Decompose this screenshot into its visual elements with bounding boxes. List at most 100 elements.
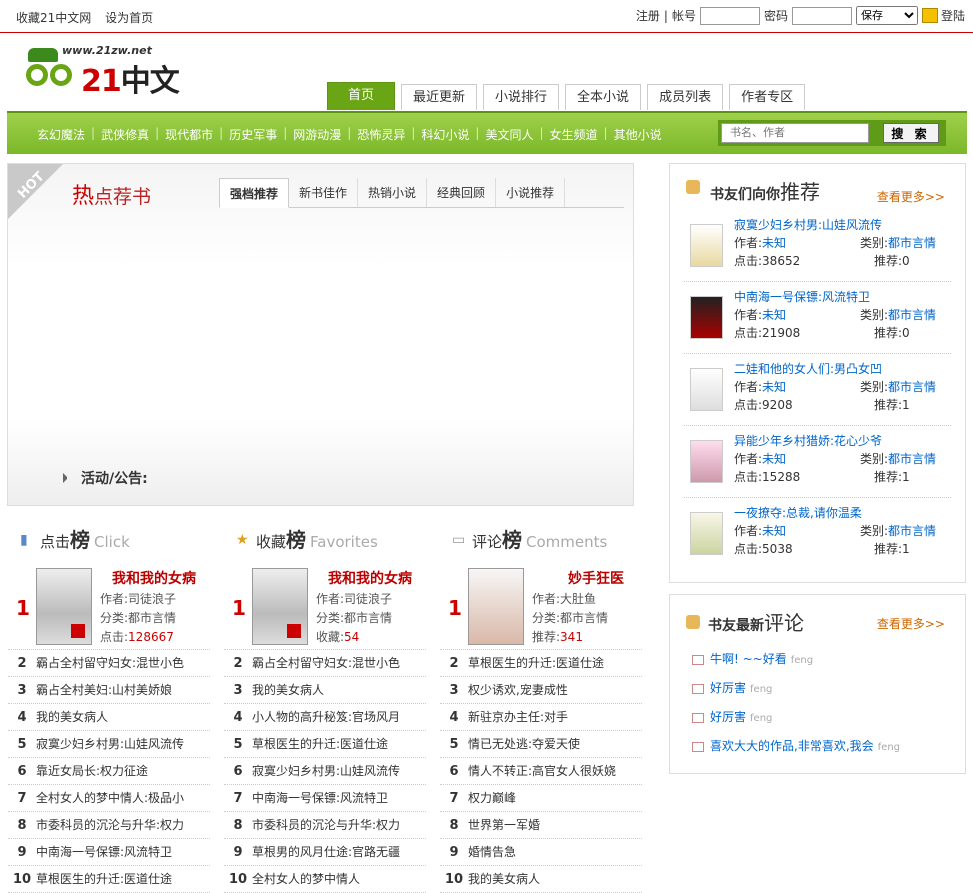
tab-featured[interactable]: 强档推荐: [219, 178, 290, 208]
list-item[interactable]: 2 草根医生的升迁:医道仕途: [440, 650, 642, 677]
book-title[interactable]: 二娃和他的女人们:男凸女凹: [734, 360, 882, 377]
nav-tab-members[interactable]: 成员列表: [647, 84, 724, 110]
tab-new[interactable]: 新书佳作: [289, 178, 359, 207]
category-link[interactable]: 历史军事: [223, 126, 283, 143]
book-icon: [686, 615, 700, 629]
list-item[interactable]: 8 市委科员的沉沦与升华:权力: [8, 812, 210, 839]
comment-item[interactable]: 好厉害 feng: [692, 674, 965, 703]
category-link[interactable]: 现代都市: [159, 126, 219, 143]
book-cover[interactable]: [690, 368, 723, 411]
list-item[interactable]: 3 权少诱欢,宠妻成性: [440, 677, 642, 704]
tab-recommend[interactable]: 小说推荐: [496, 178, 566, 207]
rank-top-item[interactable]: 1 我和我的女病 作者:司徒浪子 分类:都市言情 收藏:54: [224, 560, 426, 650]
password-input[interactable]: [791, 6, 852, 25]
category-link[interactable]: 武侠修真: [95, 126, 155, 143]
nav-tab-complete[interactable]: 全本小说: [565, 84, 642, 110]
save-select[interactable]: 保存: [855, 6, 918, 25]
hat-icon: [28, 48, 58, 62]
list-item[interactable]: 9 中南海一号保镖:风流特卫: [8, 839, 210, 866]
book-item: 异能少年乡村猎娇:花心少爷 作者:未知 类别:都市言情 点击:15288 推荐:…: [684, 426, 951, 498]
book-cover[interactable]: [252, 568, 308, 645]
nav-tab-authors[interactable]: 作者专区: [729, 84, 806, 110]
bar-chart-icon: ▮: [20, 532, 28, 548]
list-item[interactable]: 4 我的美女病人: [8, 704, 210, 731]
list-item[interactable]: 8 世界第一军婚: [440, 812, 642, 839]
main-nav: 首页 最近更新 小说排行 全本小说 成员列表 作者专区: [327, 82, 806, 110]
top-bar: 收藏21中文网 设为首页 注册 | 帐号 密码 保存 登陆: [0, 0, 973, 33]
book-icon: [692, 683, 704, 694]
list-item[interactable]: 6 寂寞少妇乡村男:山娃风流传: [224, 758, 426, 785]
list-item[interactable]: 7 中南海一号保镖:风流特卫: [224, 785, 426, 812]
book-cover[interactable]: [690, 440, 723, 483]
speech-bubble-icon: ▭: [452, 532, 466, 548]
book-item: 中南海一号保镖:风流特卫 作者:未知 类别:都市言情 点击:21908 推荐:0: [684, 282, 951, 354]
list-item[interactable]: 4 新驻京办主任:对手: [440, 704, 642, 731]
category-link[interactable]: 玄幻魔法: [31, 126, 91, 143]
login-form: 注册 | 帐号 密码 保存 登陆: [636, 6, 965, 25]
list-item[interactable]: 3 我的美女病人: [224, 677, 426, 704]
search-button[interactable]: 搜 索: [883, 123, 939, 143]
book-title[interactable]: 一夜撩夺:总裁,请你温柔: [734, 504, 862, 521]
more-link[interactable]: 查看更多>>: [877, 188, 945, 205]
nav-tab-ranking[interactable]: 小说排行: [483, 84, 560, 110]
list-item[interactable]: 2 霸占全村留守妇女:混世小色: [224, 650, 426, 677]
list-item[interactable]: 3 霸占全村美妇:山村美娇娘: [8, 677, 210, 704]
favorites-rank: ★ 收藏榜 Favorites 1 我和我的女病 作者:司徒浪子 分类:都市言情 收藏:…: [216, 520, 426, 893]
favorite-link[interactable]: 收藏21中文网: [16, 11, 91, 25]
nav-tab-home[interactable]: 首页: [327, 82, 396, 110]
list-item[interactable]: 10 我的美女病人: [440, 866, 642, 893]
nav-tab-latest[interactable]: 最近更新: [401, 84, 478, 110]
list-item[interactable]: 10 全村女人的梦中情人: [224, 866, 426, 893]
rank-top-item[interactable]: 1 我和我的女病 作者:司徒浪子 分类:都市言情 点击:128667: [8, 560, 210, 650]
list-item[interactable]: 4 小人物的高升秘笈:官场风月: [224, 704, 426, 731]
book-cover[interactable]: [36, 568, 92, 645]
site-logo[interactable]: www.21zw.net 21中文: [26, 44, 206, 99]
book-title[interactable]: 异能少年乡村猎娇:花心少爷: [734, 432, 882, 449]
list-item[interactable]: 5 情已无处逃:夺爱天使: [440, 731, 642, 758]
list-item[interactable]: 5 寂寞少妇乡村男:山娃风流传: [8, 731, 210, 758]
book-title[interactable]: 寂寞少妇乡村男:山娃风流传: [734, 216, 882, 233]
book-cover[interactable]: [690, 512, 723, 555]
list-item[interactable]: 7 全村女人的梦中情人:极品小: [8, 785, 210, 812]
notice-line: 活动/公告:: [63, 468, 148, 488]
search-input[interactable]: [721, 123, 869, 143]
list-item[interactable]: 5 草根医生的升迁:医道仕途: [224, 731, 426, 758]
list-item[interactable]: 9 草根男的风月仕途:官路无疆: [224, 839, 426, 866]
register-link[interactable]: 注册: [636, 7, 660, 24]
more-link[interactable]: 查看更多>>: [877, 615, 945, 632]
tab-bestseller[interactable]: 热销小说: [358, 178, 428, 207]
set-homepage-link[interactable]: 设为首页: [105, 11, 153, 25]
category-link[interactable]: 网游动漫: [287, 126, 347, 143]
comment-item[interactable]: 喜欢大大的作品,非常喜欢,我会 feng: [692, 732, 965, 761]
list-item[interactable]: 8 市委科员的沉沦与升华:权力: [224, 812, 426, 839]
list-item[interactable]: 10 草根医生的升迁:医道仕途: [8, 866, 210, 893]
category-link[interactable]: 美文同人: [479, 126, 539, 143]
book-icon: [692, 712, 704, 723]
rank-list: 2 霸占全村留守妇女:混世小色 3 霸占全村美妇:山村美娇娘 4 我的美女病人 5 寂寞…: [8, 650, 210, 893]
book-item: 一夜撩夺:总裁,请你温柔 作者:未知 类别:都市言情 点击:5038 推荐:1: [684, 498, 951, 570]
login-button[interactable]: 登陆: [921, 7, 965, 24]
account-input[interactable]: [699, 6, 760, 25]
speaker-icon: [63, 473, 73, 483]
list-item[interactable]: 6 情人不转正:高官女人很妖娆: [440, 758, 642, 785]
category-link[interactable]: 科幻小说: [415, 126, 475, 143]
comment-item[interactable]: 好厉害 feng: [692, 703, 965, 732]
book-item: 二娃和他的女人们:男凸女凹 作者:未知 类别:都市言情 点击:9208 推荐:1: [684, 354, 951, 426]
hot-title: 热点荐书: [72, 184, 152, 209]
book-cover[interactable]: [690, 296, 723, 339]
category-link[interactable]: 其他小说: [608, 126, 668, 143]
category-link[interactable]: 恐怖灵异: [351, 126, 411, 143]
book-cover[interactable]: [468, 568, 524, 645]
book-title[interactable]: 中南海一号保镖:风流特卫: [734, 288, 870, 305]
rank-top-item[interactable]: 1 妙手狂医 作者:大肚鱼 分类:都市言情 推荐:341: [440, 560, 642, 650]
list-item[interactable]: 2 霸占全村留守妇女:混世小色: [8, 650, 210, 677]
category-link[interactable]: 女生频道: [544, 126, 604, 143]
book-cover[interactable]: [690, 224, 723, 267]
tab-classic[interactable]: 经典回顾: [427, 178, 497, 207]
comment-item[interactable]: 牛啊! ~~好看 feng: [692, 645, 965, 674]
latest-comments-panel: 书友最新评论 查看更多>> 牛啊! ~~好看 feng 好厉害 feng 好厉害 fen…: [669, 594, 966, 774]
list-item[interactable]: 6 靠近女局长:权力征途: [8, 758, 210, 785]
list-item[interactable]: 7 权力巅峰: [440, 785, 642, 812]
list-item[interactable]: 9 婚情告急: [440, 839, 642, 866]
rank-list: 2 霸占全村留守妇女:混世小色 3 我的美女病人 4 小人物的高升秘笈:官场风月 5草…: [224, 650, 426, 893]
